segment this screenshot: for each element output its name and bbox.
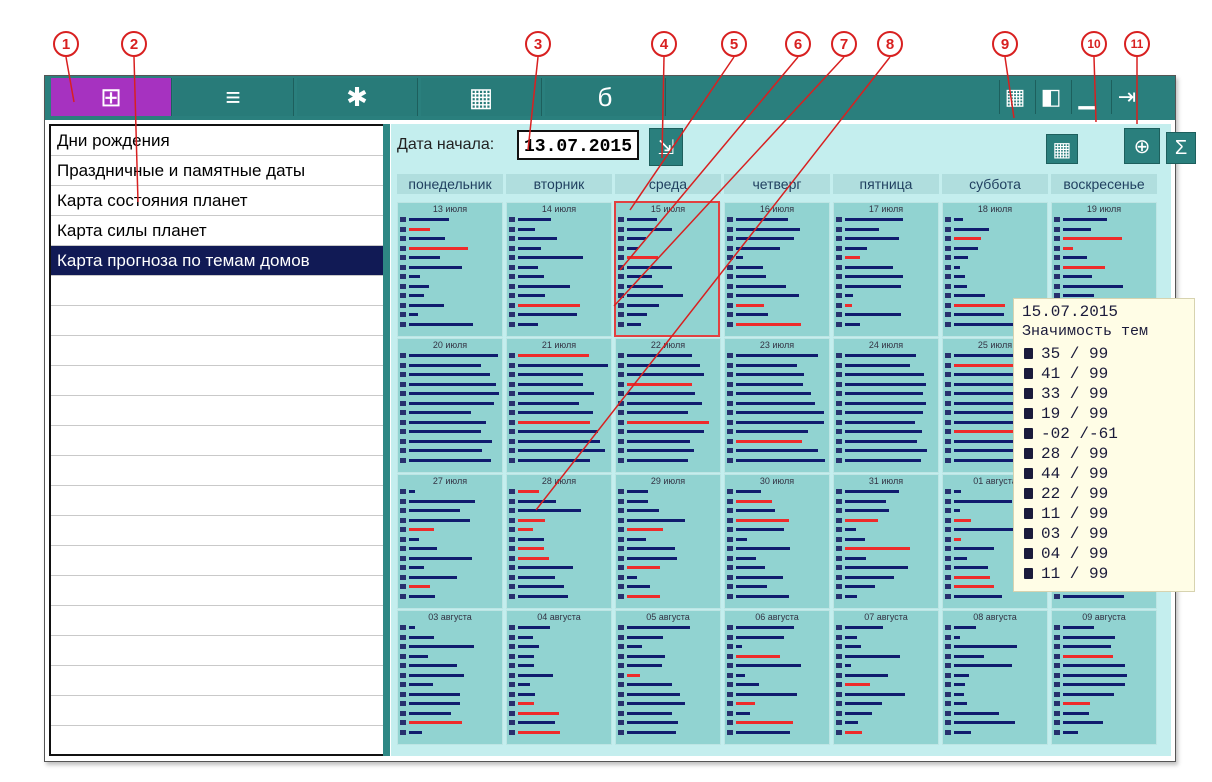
callout-arrow: [1093, 56, 1097, 123]
callout-marker: 6: [785, 31, 811, 57]
callout-arrow: [619, 56, 799, 271]
callout-marker: 5: [721, 31, 747, 57]
callout-arrow: [661, 56, 665, 159]
callout-arrow: [535, 56, 891, 511]
callout-marker: 7: [831, 31, 857, 57]
callout-marker: 2: [121, 31, 147, 57]
callout-marker: 3: [525, 31, 551, 57]
callout-arrow: [1004, 56, 1015, 119]
callout-marker: 1: [53, 31, 79, 57]
callout-arrow: [629, 56, 735, 211]
callout-arrows: [65, 56, 1138, 511]
callout-arrow: [65, 56, 75, 103]
callout-marker: 11: [1124, 31, 1150, 57]
callout-marker: 4: [651, 31, 677, 57]
callout-marker: 9: [992, 31, 1018, 57]
callout-arrow: [133, 56, 139, 203]
callout-marker: 10: [1081, 31, 1107, 57]
callout-arrow: [527, 56, 539, 151]
callout-marker: 8: [877, 31, 903, 57]
screenshot: ⊞ ≡ ✱ ▦ б ▦ ◧ ▁ ⇥ Дни рождения Праздничные и памя…: [0, 0, 1212, 782]
